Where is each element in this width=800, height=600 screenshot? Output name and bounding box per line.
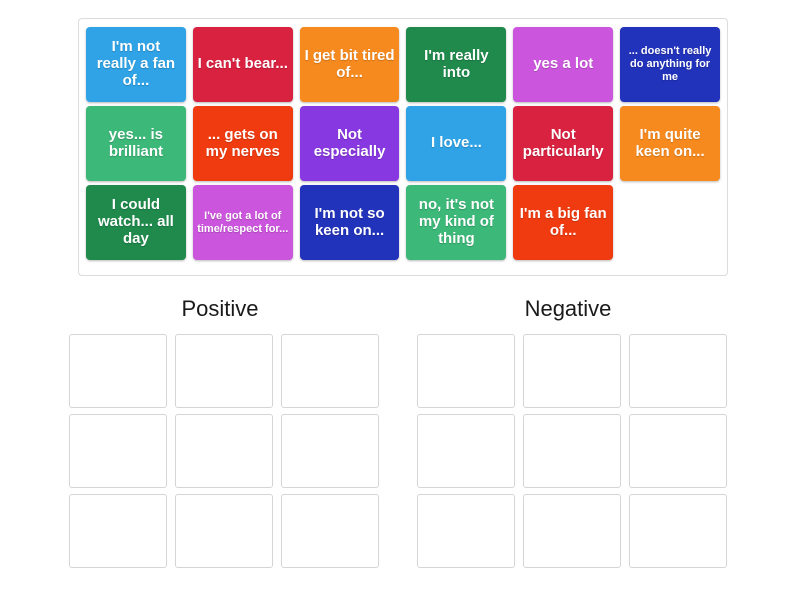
dropzone-slot[interactable] bbox=[69, 494, 167, 568]
draggable-tile[interactable]: yes... is brilliant bbox=[86, 106, 186, 181]
draggable-tile[interactable]: I'm not so keen on... bbox=[299, 185, 400, 260]
dropzone-slot[interactable] bbox=[417, 334, 515, 408]
group-heading-positive: Positive bbox=[181, 296, 259, 321]
dropzone-slot[interactable] bbox=[175, 494, 273, 568]
group-sort-activity: I'm not really a fan of... I can't bear.… bbox=[0, 0, 800, 600]
draggable-tile[interactable]: Not especially bbox=[299, 106, 400, 181]
dropzone-slot[interactable] bbox=[69, 334, 167, 408]
tile-bank-empty-slot bbox=[620, 185, 720, 260]
draggable-tile[interactable]: I'm not really a fan of... bbox=[86, 27, 186, 102]
dropzone-slot[interactable] bbox=[629, 334, 727, 408]
dropzone-slot[interactable] bbox=[629, 414, 727, 488]
draggable-tile[interactable]: I'm a big fan of... bbox=[513, 185, 614, 260]
dropzone-slot[interactable] bbox=[523, 494, 621, 568]
draggable-tile[interactable]: I'm quite keen on... bbox=[620, 106, 720, 181]
tile-bank: I'm not really a fan of... I can't bear.… bbox=[78, 18, 728, 276]
dropzone-slot[interactable] bbox=[281, 494, 379, 568]
tile-row: I could watch... all day I've got a lot … bbox=[86, 185, 720, 260]
dropzone-slot[interactable] bbox=[417, 494, 515, 568]
draggable-tile[interactable]: I get bit tired of... bbox=[299, 27, 400, 102]
dropzone-slot[interactable] bbox=[69, 414, 167, 488]
draggable-tile[interactable]: yes a lot bbox=[513, 27, 614, 102]
dropzone-slot[interactable] bbox=[281, 414, 379, 488]
dropzone-slot[interactable] bbox=[281, 334, 379, 408]
draggable-tile[interactable]: I've got a lot of time/respect for... bbox=[192, 185, 293, 260]
dropzone-slot[interactable] bbox=[523, 334, 621, 408]
draggable-tile[interactable]: Not particularly bbox=[513, 106, 614, 181]
dropzone-slot[interactable] bbox=[523, 414, 621, 488]
tile-bank-rows: I'm not really a fan of... I can't bear.… bbox=[86, 27, 720, 260]
tile-row: yes... is brilliant ... gets on my nerve… bbox=[86, 106, 720, 181]
draggable-tile[interactable]: ... gets on my nerves bbox=[192, 106, 293, 181]
draggable-tile[interactable]: I'm really into bbox=[406, 27, 507, 102]
draggable-tile[interactable]: I can't bear... bbox=[192, 27, 293, 102]
draggable-tile[interactable]: no, it's not my kind of thing bbox=[406, 185, 507, 260]
dropzone-slot[interactable] bbox=[175, 414, 273, 488]
dropzone-group-positive bbox=[69, 334, 379, 572]
draggable-tile[interactable]: I love... bbox=[406, 106, 507, 181]
tile-row: I'm not really a fan of... I can't bear.… bbox=[86, 27, 720, 102]
dropzone-slot[interactable] bbox=[175, 334, 273, 408]
group-heading-negative: Negative bbox=[524, 296, 612, 321]
dropzone-slot[interactable] bbox=[417, 414, 515, 488]
draggable-tile[interactable]: I could watch... all day bbox=[86, 185, 186, 260]
draggable-tile[interactable]: ... doesn't really do anything for me bbox=[620, 27, 720, 102]
dropzone-group-negative bbox=[417, 334, 727, 572]
dropzone-slot[interactable] bbox=[629, 494, 727, 568]
